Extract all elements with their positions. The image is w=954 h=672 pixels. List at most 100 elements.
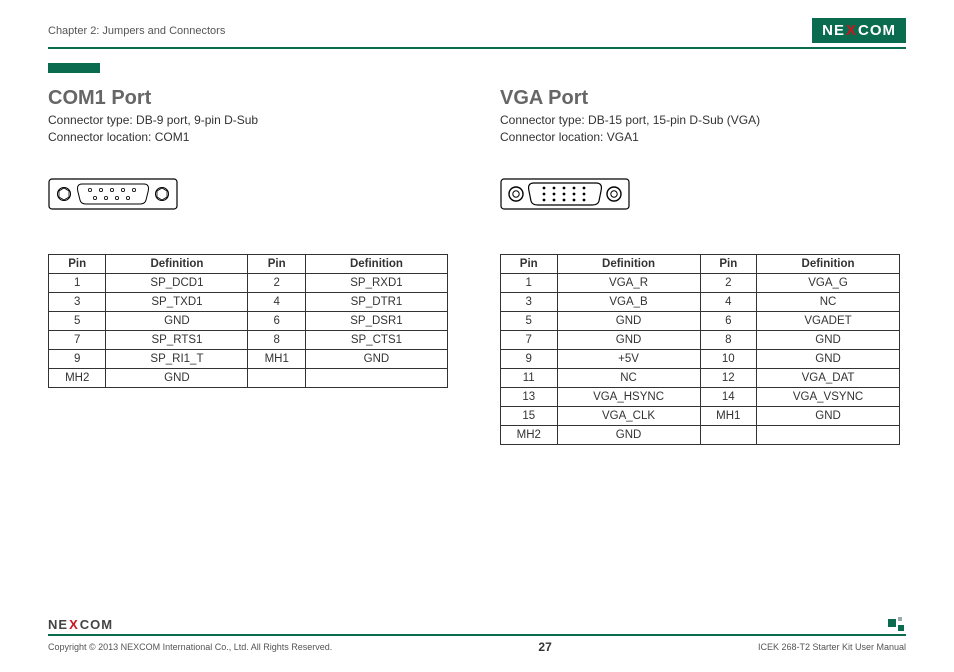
definition-cell: VGA_CLK <box>557 406 700 425</box>
th-pin: Pin <box>700 254 757 273</box>
pin-cell: 7 <box>49 330 106 349</box>
definition-cell: VGA_G <box>757 273 900 292</box>
brand-x: X <box>68 617 80 632</box>
definition-cell: SP_RTS1 <box>106 330 248 349</box>
definition-cell <box>305 368 447 387</box>
table-row: 13VGA_HSYNC14VGA_VSYNC <box>501 387 900 406</box>
brand-right: COM <box>858 22 896 39</box>
footer-rule <box>48 634 906 636</box>
table-row: 9+5V10GND <box>501 349 900 368</box>
th-pin: Pin <box>49 254 106 273</box>
table-row: MH2GND <box>501 425 900 444</box>
pin-cell <box>700 425 757 444</box>
pin-cell: 3 <box>501 292 558 311</box>
section-tab <box>48 63 100 73</box>
pin-cell: 2 <box>248 273 305 292</box>
definition-cell: GND <box>557 330 700 349</box>
definition-cell: SP_TXD1 <box>106 292 248 311</box>
pin-cell: 7 <box>501 330 558 349</box>
table-row: 5GND6VGADET <box>501 311 900 330</box>
pin-cell: 11 <box>501 368 558 387</box>
com1-location: Connector location: COM1 <box>48 129 454 146</box>
definition-cell: VGA_R <box>557 273 700 292</box>
table-row: 11NC12VGA_DAT <box>501 368 900 387</box>
definition-cell: GND <box>757 406 900 425</box>
page-number: 27 <box>538 640 551 654</box>
definition-cell: NC <box>557 368 700 387</box>
definition-cell: SP_RI1_T <box>106 349 248 368</box>
pin-cell: MH1 <box>700 406 757 425</box>
pin-cell: 8 <box>248 330 305 349</box>
table-row: MH2GND <box>49 368 448 387</box>
table-row: 3VGA_B4NC <box>501 292 900 311</box>
table-row: 5GND6SP_DSR1 <box>49 311 448 330</box>
definition-cell: +5V <box>557 349 700 368</box>
pin-cell: 6 <box>248 311 305 330</box>
pin-cell: 6 <box>700 311 757 330</box>
pin-cell: 2 <box>700 273 757 292</box>
pin-cell: 4 <box>700 292 757 311</box>
com1-section: COM1 Port Connector type: DB-9 port, 9-p… <box>48 87 454 445</box>
definition-cell: SP_CTS1 <box>305 330 447 349</box>
definition-cell: NC <box>757 292 900 311</box>
copyright-text: Copyright © 2013 NEXCOM International Co… <box>48 642 332 652</box>
com1-pin-table: Pin Definition Pin Definition 1SP_DCD12S… <box>48 254 448 388</box>
definition-cell: GND <box>557 311 700 330</box>
pin-cell: 9 <box>49 349 106 368</box>
vga-type: Connector type: DB-15 port, 15-pin D-Sub… <box>500 112 906 129</box>
pin-cell: 5 <box>501 311 558 330</box>
definition-cell <box>757 425 900 444</box>
brand-logo-bottom: NEXCOM <box>48 617 906 632</box>
pin-cell: 8 <box>700 330 757 349</box>
brand-left: NE <box>48 617 68 632</box>
pin-cell: 15 <box>501 406 558 425</box>
definition-cell: VGA_B <box>557 292 700 311</box>
definition-cell: GND <box>305 349 447 368</box>
brand-right: COM <box>80 617 113 632</box>
definition-cell: GND <box>757 349 900 368</box>
definition-cell: VGADET <box>757 311 900 330</box>
com1-type: Connector type: DB-9 port, 9-pin D-Sub <box>48 112 454 129</box>
pin-cell: 10 <box>700 349 757 368</box>
th-pin: Pin <box>248 254 305 273</box>
table-row: 7GND8GND <box>501 330 900 349</box>
definition-cell: VGA_VSYNC <box>757 387 900 406</box>
definition-cell: SP_DSR1 <box>305 311 447 330</box>
vga-connector-icon <box>500 168 906 220</box>
brand-x: X <box>845 22 858 39</box>
definition-cell: GND <box>106 368 248 387</box>
manual-title: ICEK 268-T2 Starter Kit User Manual <box>758 642 906 652</box>
vga-section: VGA Port Connector type: DB-15 port, 15-… <box>500 87 906 445</box>
table-row: 15VGA_CLKMH1GND <box>501 406 900 425</box>
table-row: 1SP_DCD12SP_RXD1 <box>49 273 448 292</box>
table-row: 1VGA_R2VGA_G <box>501 273 900 292</box>
vga-title: VGA Port <box>500 87 906 110</box>
th-def: Definition <box>106 254 248 273</box>
definition-cell: SP_DCD1 <box>106 273 248 292</box>
brand-left: NE <box>822 22 845 39</box>
header-rule <box>48 47 906 49</box>
com1-connector-icon <box>48 168 454 220</box>
table-row: 3SP_TXD14SP_DTR1 <box>49 292 448 311</box>
definition-cell: SP_DTR1 <box>305 292 447 311</box>
definition-cell: GND <box>557 425 700 444</box>
vga-location: Connector location: VGA1 <box>500 129 906 146</box>
pin-cell <box>248 368 305 387</box>
table-row: 9SP_RI1_TMH1GND <box>49 349 448 368</box>
pin-cell: 4 <box>248 292 305 311</box>
pin-cell: 12 <box>700 368 757 387</box>
th-def: Definition <box>557 254 700 273</box>
definition-cell: SP_RXD1 <box>305 273 447 292</box>
pin-cell: MH2 <box>49 368 106 387</box>
pin-cell: 3 <box>49 292 106 311</box>
definition-cell: GND <box>757 330 900 349</box>
definition-cell: VGA_DAT <box>757 368 900 387</box>
definition-cell: VGA_HSYNC <box>557 387 700 406</box>
pin-cell: 14 <box>700 387 757 406</box>
th-pin: Pin <box>501 254 558 273</box>
table-row: 7SP_RTS18SP_CTS1 <box>49 330 448 349</box>
pin-cell: 1 <box>49 273 106 292</box>
pin-cell: 5 <box>49 311 106 330</box>
pin-cell: 9 <box>501 349 558 368</box>
pin-cell: 13 <box>501 387 558 406</box>
